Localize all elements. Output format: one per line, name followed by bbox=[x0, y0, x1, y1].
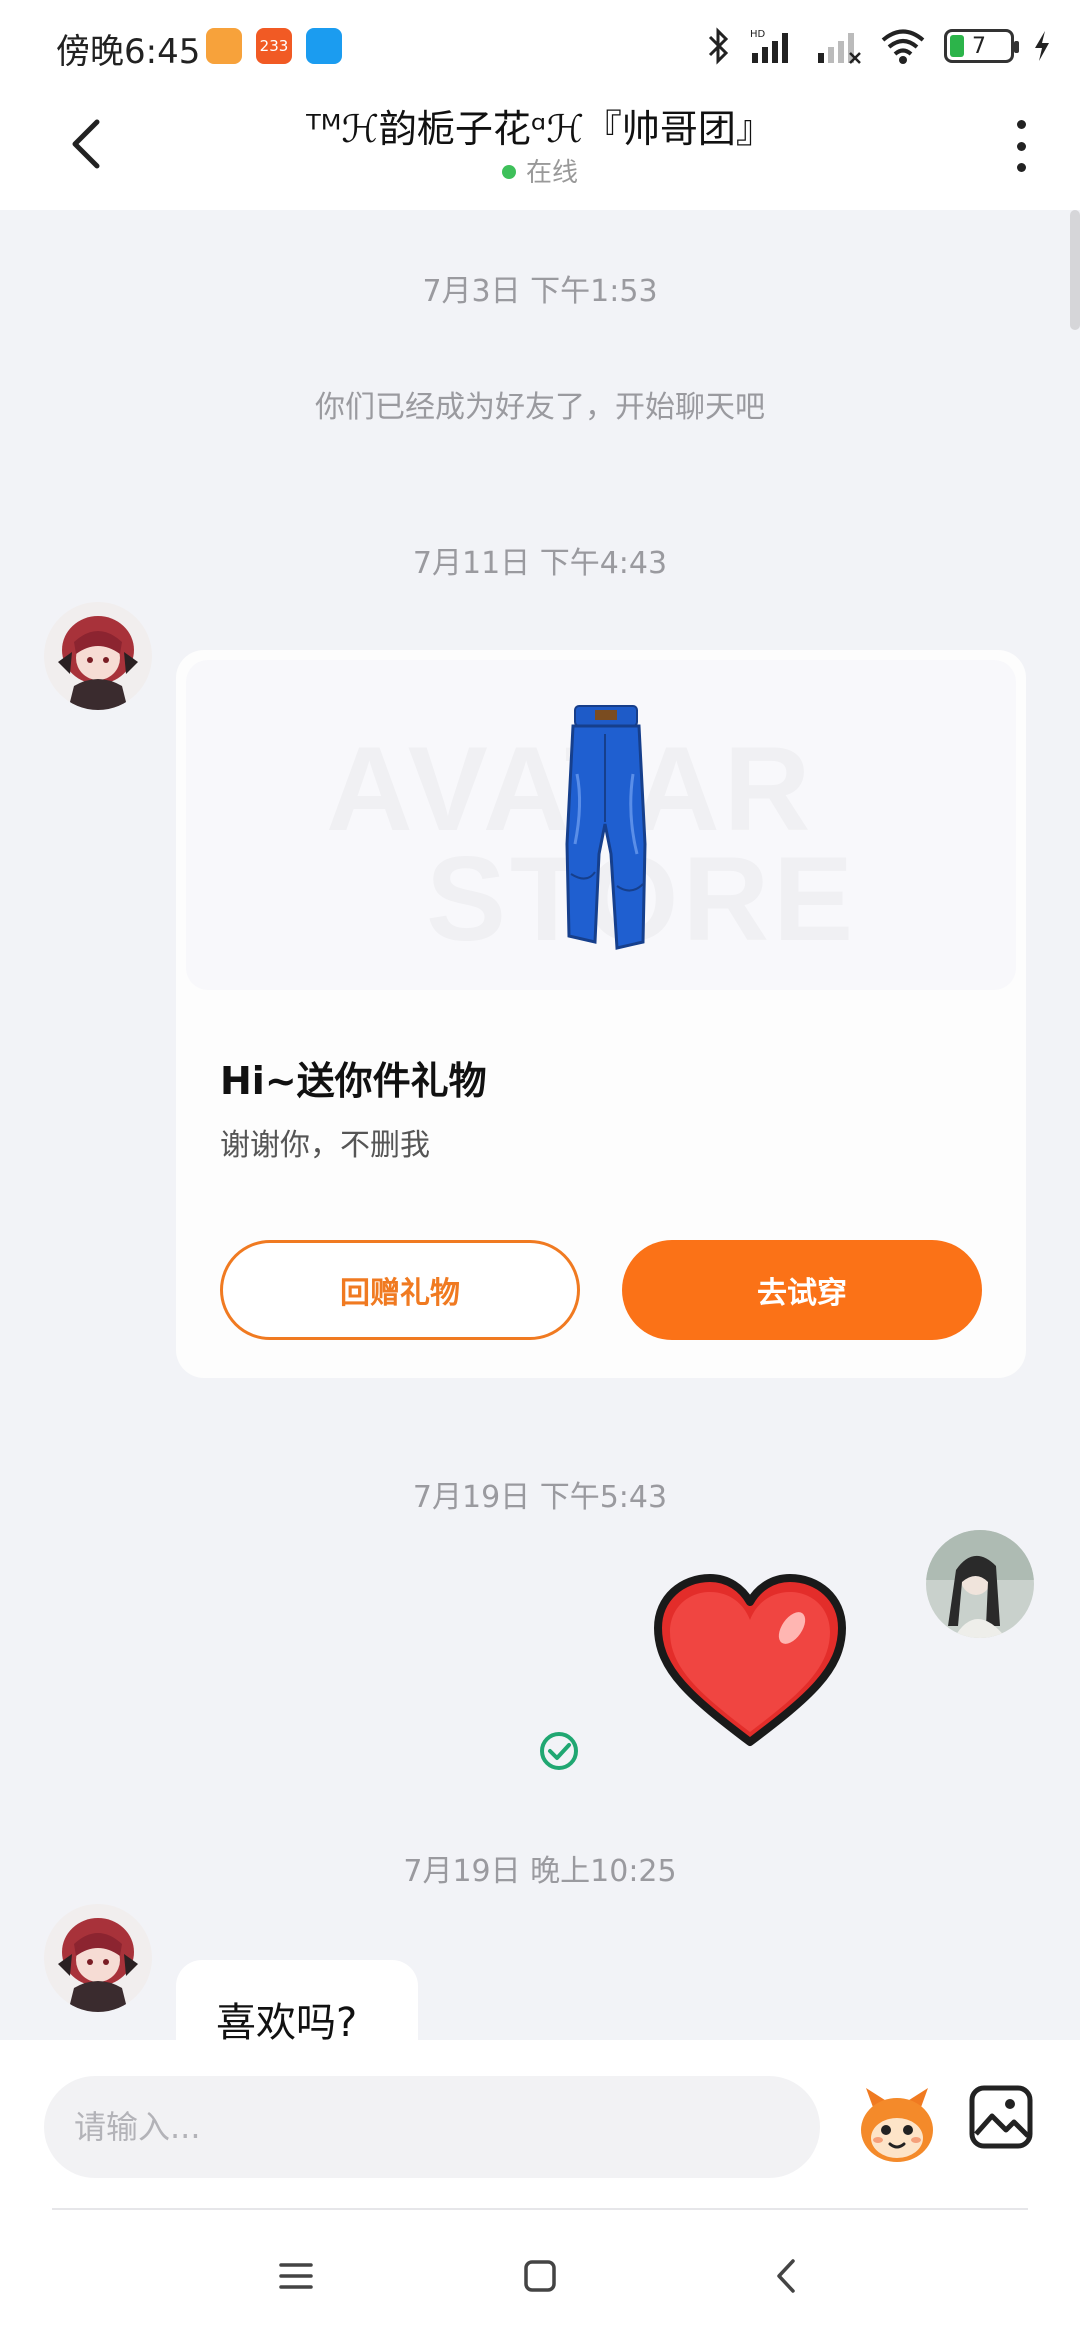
menu-icon bbox=[279, 2263, 313, 2289]
svg-text:HD: HD bbox=[750, 29, 766, 40]
status-bar: 傍晚6:45 233 HD 7 bbox=[0, 0, 1080, 92]
chat-area[interactable]: 7月3日 下午1:53 你们已经成为好友了，开始聊天吧 7月11日 下午4:43… bbox=[0, 210, 1080, 2040]
more-options-button[interactable] bbox=[1006, 116, 1036, 176]
timestamp: 7月19日 下午5:43 bbox=[412, 1480, 668, 1515]
status-time: 傍晚6:45 bbox=[56, 32, 201, 72]
online-status-label: 在线 bbox=[525, 158, 578, 188]
online-dot bbox=[501, 165, 516, 179]
233-app-icon: 233 bbox=[256, 28, 292, 64]
battery-level: 7 bbox=[972, 33, 986, 59]
message-input[interactable] bbox=[44, 2076, 820, 2178]
home-square-icon bbox=[524, 2260, 556, 2292]
heart-icon[interactable] bbox=[652, 1574, 848, 1750]
timestamp: 7月19日 晚上10:25 bbox=[403, 1854, 677, 1889]
timestamp: 7月3日 下午1:53 bbox=[422, 274, 658, 309]
charging-icon bbox=[1035, 31, 1049, 61]
gift-card[interactable]: AVATAR STORE Hi~送你件礼物 谢谢你，不删我 回赠礼物 去试穿 bbox=[176, 650, 1026, 1378]
input-bar bbox=[0, 2040, 1080, 2210]
timestamp: 7月11日 下午4:43 bbox=[412, 546, 668, 581]
gift-image[interactable]: AVATAR STORE bbox=[186, 660, 1016, 990]
menu-button[interactable] bbox=[266, 2246, 326, 2306]
emoji-mascot-icon[interactable] bbox=[852, 2080, 942, 2170]
message-bubble[interactable]: 喜欢吗? bbox=[176, 1960, 418, 2040]
home-button[interactable] bbox=[510, 2246, 570, 2306]
wifi-icon bbox=[881, 29, 925, 64]
bluetooth-icon bbox=[708, 27, 729, 65]
gift-title: Hi~送你件礼物 bbox=[220, 1059, 487, 1103]
online-status: 在线 bbox=[0, 152, 1080, 189]
image-picker-icon[interactable] bbox=[968, 2084, 1034, 2150]
status-icons: HD 7 bbox=[706, 22, 1052, 70]
try-on-button[interactable]: 去试穿 bbox=[622, 1240, 982, 1340]
video-app-icon bbox=[206, 28, 242, 64]
battery-icon: 7 bbox=[944, 29, 1019, 63]
signal-weak-icon bbox=[818, 33, 861, 64]
signal-hd-icon: HD bbox=[750, 29, 788, 63]
nav-back-icon bbox=[777, 2259, 795, 2293]
blue-app-icon bbox=[306, 28, 342, 64]
system-message: 你们已经成为好友了，开始聊天吧 bbox=[315, 390, 765, 425]
friend-avatar[interactable] bbox=[44, 602, 152, 710]
system-nav-bar bbox=[0, 2210, 1080, 2340]
return-gift-button[interactable]: 回赠礼物 bbox=[220, 1240, 580, 1340]
chat-header: ᵀᴹℋ韵栀子花ᵅℋ『帅哥团』 在线 bbox=[0, 92, 1080, 210]
gift-subtitle: 谢谢你，不删我 bbox=[220, 1128, 430, 1163]
jeans-icon bbox=[565, 705, 647, 950]
my-avatar[interactable] bbox=[926, 1530, 1034, 1638]
read-check-icon bbox=[540, 1732, 578, 1770]
friend-avatar[interactable] bbox=[44, 1904, 152, 2012]
contact-name: ᵀᴹℋ韵栀子花ᵅℋ『帅哥团』 bbox=[306, 107, 774, 151]
nav-back-button[interactable] bbox=[756, 2246, 816, 2306]
